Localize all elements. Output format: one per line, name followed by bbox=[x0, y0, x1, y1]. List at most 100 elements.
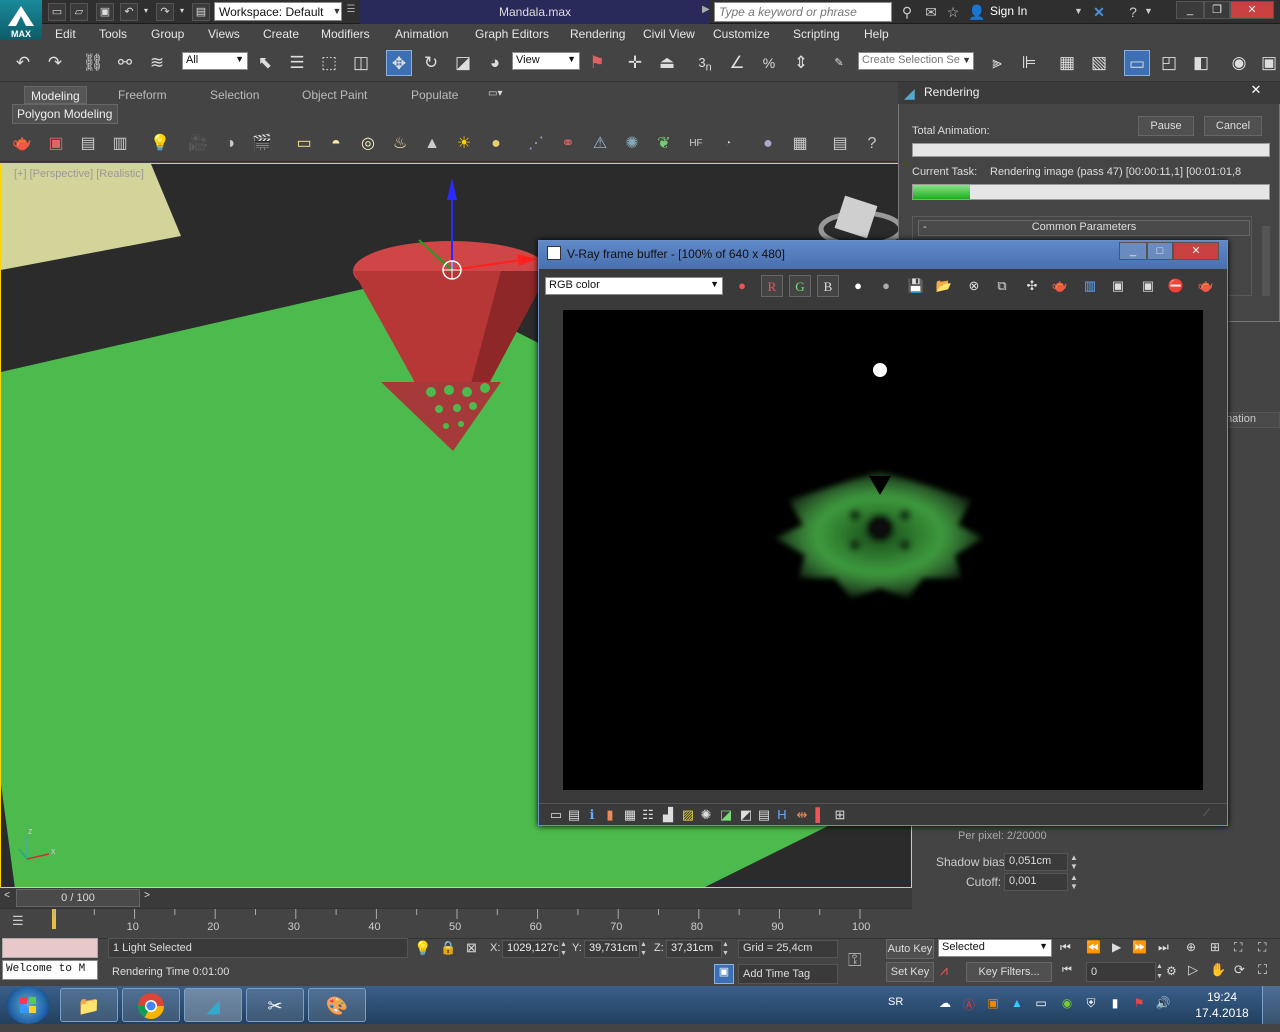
viewcube-icon[interactable] bbox=[818, 195, 904, 248]
menu-rendering[interactable]: Rendering bbox=[570, 27, 625, 41]
shadow-bias-field[interactable]: 0,051cm bbox=[1004, 853, 1068, 871]
selection-filter-dropdown[interactable]: All ▼ bbox=[182, 52, 248, 70]
mono-icon[interactable]: ● bbox=[875, 275, 897, 297]
ribbon-options-icon[interactable]: ▭▾ bbox=[488, 88, 514, 102]
acrobat-tray-icon[interactable]: Ⓐ bbox=[960, 996, 978, 1014]
vray-mesh-icon[interactable]: ⚭ bbox=[556, 132, 580, 156]
redo-dropdown-icon[interactable]: ▾ bbox=[176, 3, 188, 21]
render-icon[interactable]: 🫖 bbox=[1195, 275, 1217, 297]
search-input[interactable]: Type a keyword or phrase bbox=[714, 2, 892, 22]
close-icon[interactable]: ✕ bbox=[1230, 1, 1274, 19]
auto-key-button[interactable]: Auto Key bbox=[886, 939, 934, 959]
select-by-name-icon[interactable]: ☰ bbox=[284, 50, 310, 76]
show-desktop-button[interactable] bbox=[1262, 986, 1280, 1024]
communication-center-icon[interactable]: ✉ bbox=[922, 3, 940, 21]
rendered-frame-window-icon[interactable]: ▣ bbox=[1256, 50, 1280, 76]
curve-editor-icon[interactable]: ▭ bbox=[1124, 50, 1150, 76]
angle-snap-icon[interactable]: ∠ bbox=[724, 50, 750, 76]
sign-in-dropdown-icon[interactable]: ▼ bbox=[1074, 6, 1083, 16]
maxscript-listener-white[interactable]: Welcome to M bbox=[2, 960, 98, 980]
add-time-tag-button[interactable]: Add Time Tag bbox=[738, 964, 838, 984]
time-tag-icon[interactable]: ▣ bbox=[714, 964, 734, 984]
new-file-icon[interactable]: ▭ bbox=[48, 3, 66, 21]
rgb-channels-icon[interactable]: ● bbox=[731, 275, 753, 297]
vray-plane-icon[interactable]: ⚠ bbox=[588, 132, 612, 156]
tab-object-paint[interactable]: Object Paint bbox=[296, 86, 373, 104]
orbit-icon[interactable]: ⟳ bbox=[1234, 962, 1245, 978]
pivot-center-icon[interactable]: ⚑ bbox=[584, 50, 610, 76]
key-mode-dropdown[interactable]: Selected ▼ bbox=[938, 939, 1052, 957]
white-balance-icon[interactable]: ✺ bbox=[695, 804, 717, 826]
previous-key-icon[interactable]: ⏪ bbox=[1086, 940, 1101, 954]
schematic-view-icon[interactable]: ◰ bbox=[1156, 50, 1182, 76]
viewport-label[interactable]: [+] [Perspective] [Realistic] bbox=[14, 168, 144, 180]
track-mouse-icon[interactable]: ✣ bbox=[1021, 275, 1043, 297]
polygon-modeling-panel[interactable]: Polygon Modeling bbox=[12, 104, 118, 124]
select-and-place-icon[interactable]: ◕ bbox=[482, 50, 508, 76]
percent-snap-icon[interactable]: % bbox=[756, 50, 782, 76]
hue-saturation-icon[interactable]: ◪ bbox=[715, 804, 737, 826]
vray-material-icon[interactable]: ● bbox=[756, 132, 780, 156]
paint-icon[interactable]: 🎨 bbox=[308, 988, 366, 1022]
stop-render-icon[interactable]: ⛔ bbox=[1165, 275, 1187, 297]
red-channel-button[interactable]: R bbox=[761, 275, 783, 297]
h-icon[interactable]: H bbox=[771, 804, 793, 826]
select-and-move-icon[interactable]: ✥ bbox=[386, 50, 412, 76]
chevron-right-icon[interactable]: ▶ bbox=[702, 4, 710, 15]
zoom-extents-icon[interactable]: ⛶ bbox=[1234, 940, 1242, 955]
keyboard-shortcut-override-icon[interactable]: ⏏ bbox=[654, 50, 680, 76]
language-indicator[interactable]: SR bbox=[888, 996, 903, 1008]
key-icon[interactable]: ⚿ bbox=[848, 950, 862, 971]
menu-civil-view[interactable]: Civil View bbox=[643, 27, 695, 41]
volume-icon[interactable]: 🔊 bbox=[1154, 996, 1172, 1014]
bind-space-warp-icon[interactable]: ≋ bbox=[144, 50, 170, 76]
toggle-cursor-icon[interactable]: ▣ bbox=[1137, 275, 1159, 297]
open-file-icon[interactable]: ▱ bbox=[70, 3, 88, 21]
action-center-icon[interactable]: ⚑ bbox=[1130, 996, 1148, 1014]
key-filters-button[interactable]: Key Filters... bbox=[966, 962, 1052, 982]
vray-clipper-icon[interactable]: ◔ bbox=[716, 132, 740, 156]
light-lister-icon[interactable]: 💡 bbox=[148, 132, 172, 156]
zoom-icon[interactable]: ⊕ bbox=[1186, 940, 1196, 954]
snipping-tool-icon[interactable]: ✂ bbox=[246, 988, 304, 1022]
green-channel-button[interactable]: G bbox=[789, 275, 811, 297]
menu-edit[interactable]: Edit bbox=[55, 27, 76, 41]
autodesk-tray-icon[interactable]: ▲ bbox=[1008, 996, 1026, 1014]
curves-icon[interactable]: ☷ bbox=[637, 804, 659, 826]
maximize-viewport-icon[interactable]: ⛶ bbox=[1258, 962, 1267, 978]
mini-curve-editor-icon[interactable]: ☰ bbox=[12, 913, 32, 931]
undo-dropdown-icon[interactable]: ▾ bbox=[140, 3, 152, 21]
rendered-image[interactable] bbox=[563, 310, 1203, 790]
menu-group[interactable]: Group bbox=[151, 27, 184, 41]
workspace-dropdown[interactable]: Workspace: Default bbox=[214, 2, 342, 21]
menu-tools[interactable]: Tools bbox=[99, 27, 127, 41]
pan-view-icon[interactable]: ✋ bbox=[1210, 962, 1226, 978]
snaps-toggle-icon[interactable]: 3n bbox=[692, 50, 718, 76]
vray-fur-icon[interactable]: ✺ bbox=[620, 132, 644, 156]
cutoff-spinner[interactable]: ▲ ▼ bbox=[1070, 873, 1082, 891]
next-frame-icon[interactable]: > bbox=[140, 890, 154, 906]
named-selection-set-dropdown[interactable]: Create Selection Se ▼ bbox=[858, 52, 974, 70]
x-spinner[interactable]: ▲ ▼ bbox=[560, 940, 570, 958]
render-setup-icon[interactable]: ◉ bbox=[1226, 50, 1252, 76]
nvidia-tray-icon[interactable]: ◉ bbox=[1058, 996, 1076, 1014]
system-clock[interactable]: 19:24 17.4.2018 bbox=[1192, 989, 1252, 1021]
region-render-icon[interactable]: ▥ bbox=[1079, 275, 1101, 297]
tab-populate[interactable]: Populate bbox=[405, 86, 464, 104]
time-configuration-icon[interactable]: ⚙ bbox=[1166, 964, 1177, 978]
customize-qat-icon[interactable]: ☰ bbox=[344, 4, 358, 20]
play-icon[interactable]: ▶ bbox=[1112, 940, 1121, 954]
select-and-link-icon[interactable]: ⛓ bbox=[80, 50, 106, 76]
layer-explorer-icon[interactable]: ▦ bbox=[1054, 50, 1080, 76]
go-to-start-icon[interactable]: ⏮ bbox=[1060, 940, 1071, 955]
power-tray-icon[interactable]: ▮ bbox=[1106, 996, 1124, 1014]
menu-create[interactable]: Create bbox=[263, 27, 299, 41]
material-editor-icon[interactable]: ◧ bbox=[1188, 50, 1214, 76]
key-mode-toggle-icon[interactable]: ⏮ bbox=[1062, 964, 1072, 977]
zoom-all-icon[interactable]: ⊞ bbox=[1210, 940, 1220, 954]
save-file-icon[interactable]: ▣ bbox=[96, 3, 114, 21]
go-to-end-icon[interactable]: ⏭ bbox=[1158, 940, 1169, 955]
vray-sun-light-icon[interactable]: ☀ bbox=[452, 132, 476, 156]
minimize-icon[interactable]: _ bbox=[1176, 1, 1204, 19]
tab-modeling[interactable]: Modeling bbox=[24, 86, 87, 104]
